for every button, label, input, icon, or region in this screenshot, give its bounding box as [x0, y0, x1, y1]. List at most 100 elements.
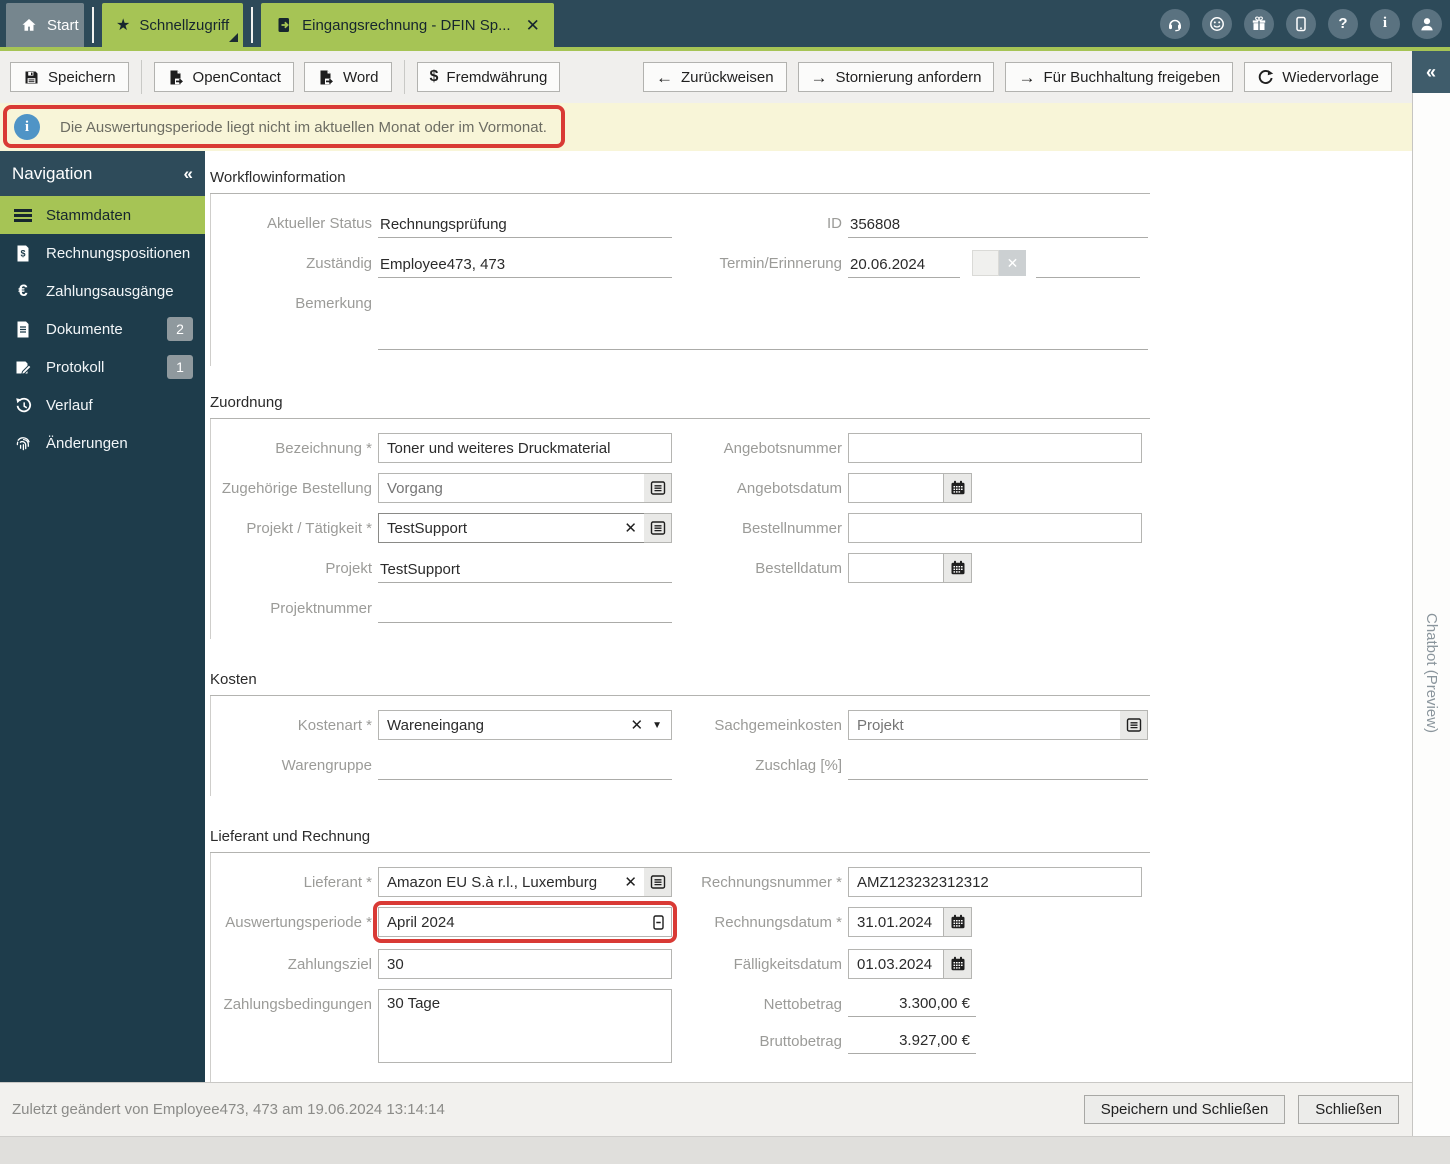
info-circle-icon: i	[14, 114, 40, 140]
bezeichnung-input[interactable]	[378, 433, 672, 463]
tab-separator	[92, 7, 94, 43]
resubmission-button[interactable]: Wiedervorlage	[1244, 62, 1392, 92]
info-icon[interactable]: i	[1370, 8, 1400, 39]
close-button[interactable]: Schließen	[1298, 1095, 1399, 1124]
field-label: Bemerkung	[295, 295, 372, 312]
user-icon[interactable]	[1412, 8, 1442, 39]
faelligkeitsdatum-input[interactable]	[848, 949, 944, 979]
section-title-workflowinformation: Workflowinformation	[210, 161, 1150, 194]
sidebar-item-verlauf[interactable]: Verlauf	[0, 386, 205, 424]
lieferant-input[interactable]	[379, 868, 618, 896]
foreign-currency-button[interactable]: $ Fremdwährung	[416, 62, 561, 92]
calendar-icon[interactable]	[944, 473, 972, 503]
projektnummer-field[interactable]	[378, 593, 672, 623]
opencontact-button[interactable]: OpenContact	[153, 62, 294, 92]
rechnungsnummer-input[interactable]	[848, 867, 1142, 897]
field-label: Zuständig	[306, 255, 372, 272]
headset-icon[interactable]	[1160, 8, 1190, 39]
dollar-icon: $	[429, 68, 439, 85]
floppy-icon	[23, 69, 40, 86]
projekt-field: TestSupport	[378, 553, 672, 583]
field-label: Zahlungsbedingungen	[223, 996, 372, 1013]
clear-x-icon[interactable]: ✕	[617, 519, 644, 537]
toggle-off-segment[interactable]	[972, 250, 999, 276]
field-label: Zugehörige Bestellung	[221, 480, 372, 497]
bestelldatum-input[interactable]	[848, 553, 944, 583]
document-icon	[275, 16, 293, 34]
sidebar-item-aenderungen[interactable]: Änderungen	[0, 424, 205, 462]
toolbar-right-group: ← Zurückweisen → Stornierung anfordern →…	[643, 62, 1402, 92]
document-icon	[12, 320, 34, 339]
warengruppe-field[interactable]	[378, 750, 672, 780]
browse-list-icon[interactable]	[644, 473, 672, 503]
gift-icon[interactable]	[1244, 8, 1274, 39]
field-label: Zuschlag [%]	[755, 757, 842, 774]
zahlungsziel-input[interactable]	[378, 949, 672, 979]
zugehoerige-bestellung-input[interactable]	[379, 474, 644, 502]
clear-x-icon[interactable]: ✕	[617, 873, 644, 891]
kostenart-input[interactable]	[379, 711, 624, 739]
field-label: Kostenart *	[297, 717, 372, 734]
help-icon[interactable]: ?	[1328, 8, 1358, 39]
refresh-icon	[1257, 69, 1274, 86]
field-label: Sachgemeinkosten	[714, 717, 842, 734]
zustaendig-field: Employee473, 473	[378, 248, 672, 278]
smiley-icon[interactable]	[1202, 8, 1232, 39]
protokoll-count-badge: 1	[167, 355, 193, 379]
tab-start[interactable]: Start	[6, 3, 84, 47]
clear-x-icon[interactable]: ✕	[999, 250, 1026, 276]
tab-close-icon[interactable]: ✕	[526, 17, 540, 34]
month-picker-icon[interactable]	[645, 908, 671, 936]
bestellnummer-input[interactable]	[848, 513, 1142, 543]
tab-start-label: Start	[47, 16, 79, 34]
calendar-icon[interactable]	[944, 949, 972, 979]
rechnungsdatum-input[interactable]	[848, 907, 944, 937]
calendar-icon[interactable]	[944, 553, 972, 583]
save-and-close-button[interactable]: Speichern und Schließen	[1083, 1095, 1286, 1124]
browse-list-icon[interactable]	[644, 867, 672, 897]
chevron-down-icon[interactable]: ▼	[650, 720, 671, 731]
zuschlag-field[interactable]	[848, 750, 1148, 780]
browse-list-icon[interactable]	[644, 513, 672, 543]
field-label: Termin/Erinnerung	[719, 255, 842, 272]
word-button[interactable]: Word	[303, 62, 392, 92]
sidebar-collapse-icon[interactable]: «	[184, 164, 193, 184]
bemerkung-field[interactable]	[378, 288, 1148, 350]
sachgemeinkosten-input[interactable]	[849, 711, 1120, 739]
last-modified-status: Zuletzt geändert von Employee473, 473 am…	[12, 1101, 445, 1118]
browse-list-icon[interactable]	[1120, 710, 1148, 740]
tab-schnellzugriff[interactable]: ★ Schnellzugriff	[102, 3, 244, 47]
save-button[interactable]: Speichern	[10, 62, 129, 92]
field-label: Rechnungsnummer *	[701, 874, 842, 891]
document-export-icon	[167, 69, 185, 86]
sidebar-item-stammdaten[interactable]: Stammdaten	[0, 196, 205, 234]
clear-x-icon[interactable]: ✕	[624, 716, 651, 734]
mobile-icon[interactable]	[1286, 8, 1316, 39]
sidebar-item-rechnungspositionen[interactable]: $ Rechnungspositionen	[0, 234, 205, 272]
bruttobetrag-field: 3.927,00 €	[848, 1028, 976, 1054]
zahlungsbedingungen-textarea[interactable]: 30 Tage	[378, 989, 672, 1063]
projekt-taetigkeit-input[interactable]	[379, 514, 618, 542]
calendar-icon[interactable]	[944, 907, 972, 937]
field-label: Angebotsdatum	[736, 480, 842, 497]
chatbot-collapse-button[interactable]: «	[1412, 51, 1450, 93]
sidebar-item-dokumente[interactable]: Dokumente 2	[0, 310, 205, 348]
request-cancellation-button[interactable]: → Stornierung anfordern	[797, 62, 995, 92]
chatbot-panel-label[interactable]: Chatbot (Preview)	[1423, 613, 1440, 733]
arrow-left-icon: ←	[656, 67, 673, 87]
termin-clear-toggle[interactable]: ✕	[972, 250, 1026, 278]
termin-date-field[interactable]: 20.06.2024	[848, 248, 960, 278]
field-label: Bestellnummer	[741, 520, 842, 537]
sidebar-item-protokoll[interactable]: Protokoll 1	[0, 348, 205, 386]
angebotsdatum-input[interactable]	[848, 473, 944, 503]
auswertungsperiode-input[interactable]	[379, 908, 645, 936]
release-accounting-button[interactable]: → Für Buchhaltung freigeben	[1005, 62, 1234, 92]
angebotsnummer-input[interactable]	[848, 433, 1142, 463]
euro-icon: €	[18, 281, 28, 300]
tab-dropdown-corner-icon[interactable]	[229, 33, 239, 42]
dokumente-count-badge: 2	[167, 317, 193, 341]
reject-button[interactable]: ← Zurückweisen	[643, 62, 787, 92]
termin-extra-field[interactable]	[1036, 248, 1140, 278]
tab-eingangsrechnung[interactable]: Eingangsrechnung - DFIN Sp... ✕	[261, 3, 554, 47]
sidebar-item-zahlungsausgaenge[interactable]: € Zahlungsausgänge	[0, 272, 205, 310]
